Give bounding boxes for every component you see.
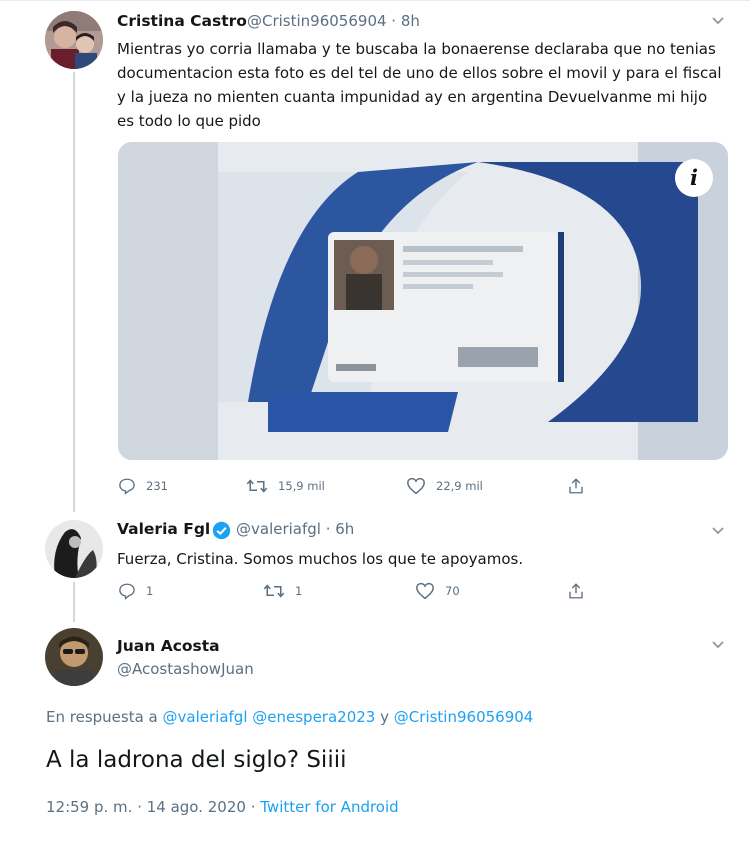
share-icon [569, 583, 583, 599]
id-card-photo [118, 142, 728, 460]
reply-prefix: En respuesta a [46, 708, 158, 726]
thread-connector [73, 582, 75, 622]
mention-link[interactable]: @enespera2023 [252, 708, 375, 726]
like-count: 70 [445, 584, 460, 598]
verified-icon [212, 521, 231, 544]
reply-count: 231 [146, 479, 168, 493]
author-handle[interactable]: @valeriafgl · 6h [236, 520, 354, 538]
tweet-media[interactable]: i [118, 142, 728, 460]
reply-icon [119, 478, 135, 495]
tweet-text: Fuerza, Cristina. Somos muchos los que t… [117, 550, 524, 568]
chevron-down-icon[interactable] [711, 14, 725, 30]
mention-link[interactable]: @valeriafgl [163, 708, 248, 726]
reply-context: En respuesta a @valeriafgl @enespera2023… [46, 708, 533, 726]
chevron-down-icon[interactable] [711, 524, 725, 540]
avatar[interactable] [45, 520, 103, 578]
thread-connector [73, 72, 75, 512]
retweet-button[interactable]: 1 [263, 582, 302, 600]
tweet-actions: 231 15,9 mil 22,9 mil [118, 477, 598, 499]
author-handle[interactable]: @Cristin96056904 · 8h [247, 12, 420, 30]
retweet-count: 1 [295, 584, 303, 598]
like-icon [416, 582, 434, 600]
avatar[interactable] [45, 628, 103, 686]
retweet-icon [263, 584, 285, 598]
tweet-actions: 1 1 70 [118, 582, 598, 604]
reply-count: 1 [146, 584, 154, 598]
share-button[interactable] [567, 477, 585, 495]
tweet-source[interactable]: Twitter for Android [260, 798, 398, 816]
retweet-count: 15,9 mil [278, 479, 325, 493]
reply-conjunction: y [380, 708, 390, 726]
like-button[interactable]: 22,9 mil [406, 477, 483, 495]
retweet-icon [246, 479, 268, 493]
info-icon[interactable]: i [675, 159, 713, 197]
mention-link[interactable]: @Cristin96056904 [394, 708, 534, 726]
top-divider [0, 0, 750, 1]
retweet-button[interactable]: 15,9 mil [246, 477, 325, 495]
share-icon [569, 478, 583, 494]
reply-button[interactable]: 231 [118, 477, 168, 495]
author-name[interactable]: Juan Acosta [117, 637, 220, 655]
like-icon [407, 477, 425, 495]
tweet-text: Mientras yo corria llamaba y te buscaba … [117, 40, 722, 130]
author-name[interactable]: Cristina Castro [117, 12, 247, 30]
like-button[interactable]: 70 [415, 582, 460, 600]
reply-button[interactable]: 1 [118, 582, 153, 600]
author-name[interactable]: Valeria Fgl [117, 520, 210, 538]
avatar[interactable] [45, 11, 103, 69]
tweet-text: A la ladrona del siglo? Siiii [46, 747, 347, 773]
tweet-timestamp-row: 12:59 p. m. · 14 ago. 2020 · Twitter for… [46, 798, 399, 816]
author-handle[interactable]: @AcostashowJuan [117, 660, 254, 678]
tweet-timestamp[interactable]: 12:59 p. m. · 14 ago. 2020 · [46, 798, 255, 816]
reply-icon [119, 583, 135, 600]
share-button[interactable] [567, 582, 585, 600]
chevron-down-icon[interactable] [711, 638, 725, 654]
like-count: 22,9 mil [436, 479, 483, 493]
